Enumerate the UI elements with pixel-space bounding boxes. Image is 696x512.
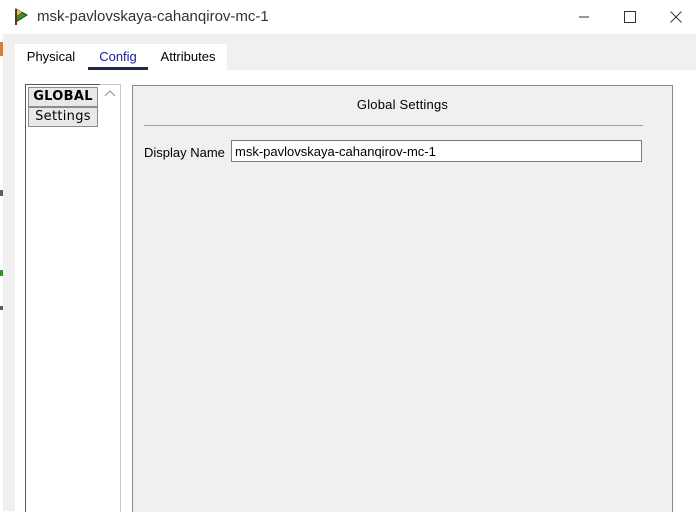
packet-tracer-device-icon (12, 7, 32, 27)
tab-label: Attributes (160, 49, 216, 64)
nav-scrollbar[interactable] (100, 84, 121, 512)
tab-label: Config (99, 49, 137, 64)
chevron-up-icon[interactable] (104, 89, 116, 97)
minimize-button[interactable] (561, 0, 607, 34)
global-settings-panel: Global Settings Display Name (132, 85, 673, 512)
tab-config[interactable]: Config (87, 44, 149, 70)
maximize-button[interactable] (607, 0, 653, 34)
close-button[interactable] (653, 0, 696, 34)
config-nav-list: GLOBAL Settings (25, 84, 101, 512)
tab-label: Physical (26, 49, 76, 64)
window-title: msk-pavlovskaya-cahanqirov-mc-1 (37, 8, 269, 25)
tab-attributes[interactable]: Attributes (149, 44, 227, 70)
title-bar[interactable]: msk-pavlovskaya-cahanqirov-mc-1 (0, 0, 696, 34)
config-page: GLOBAL Settings Global Settings Display … (15, 70, 696, 512)
dialog-content: Physical Config Attributes GLOBAL Settin… (3, 34, 696, 512)
nav-settings-button[interactable]: Settings (28, 107, 98, 127)
divider (144, 125, 643, 126)
display-name-label: Display Name (144, 145, 225, 160)
panel-heading: Global Settings (356, 97, 449, 112)
minimize-icon (579, 16, 589, 18)
tab-physical[interactable]: Physical (15, 44, 87, 70)
nav-global-header[interactable]: GLOBAL (28, 87, 98, 107)
display-name-input[interactable] (231, 140, 642, 162)
close-icon (670, 11, 682, 23)
maximize-icon (624, 11, 636, 23)
